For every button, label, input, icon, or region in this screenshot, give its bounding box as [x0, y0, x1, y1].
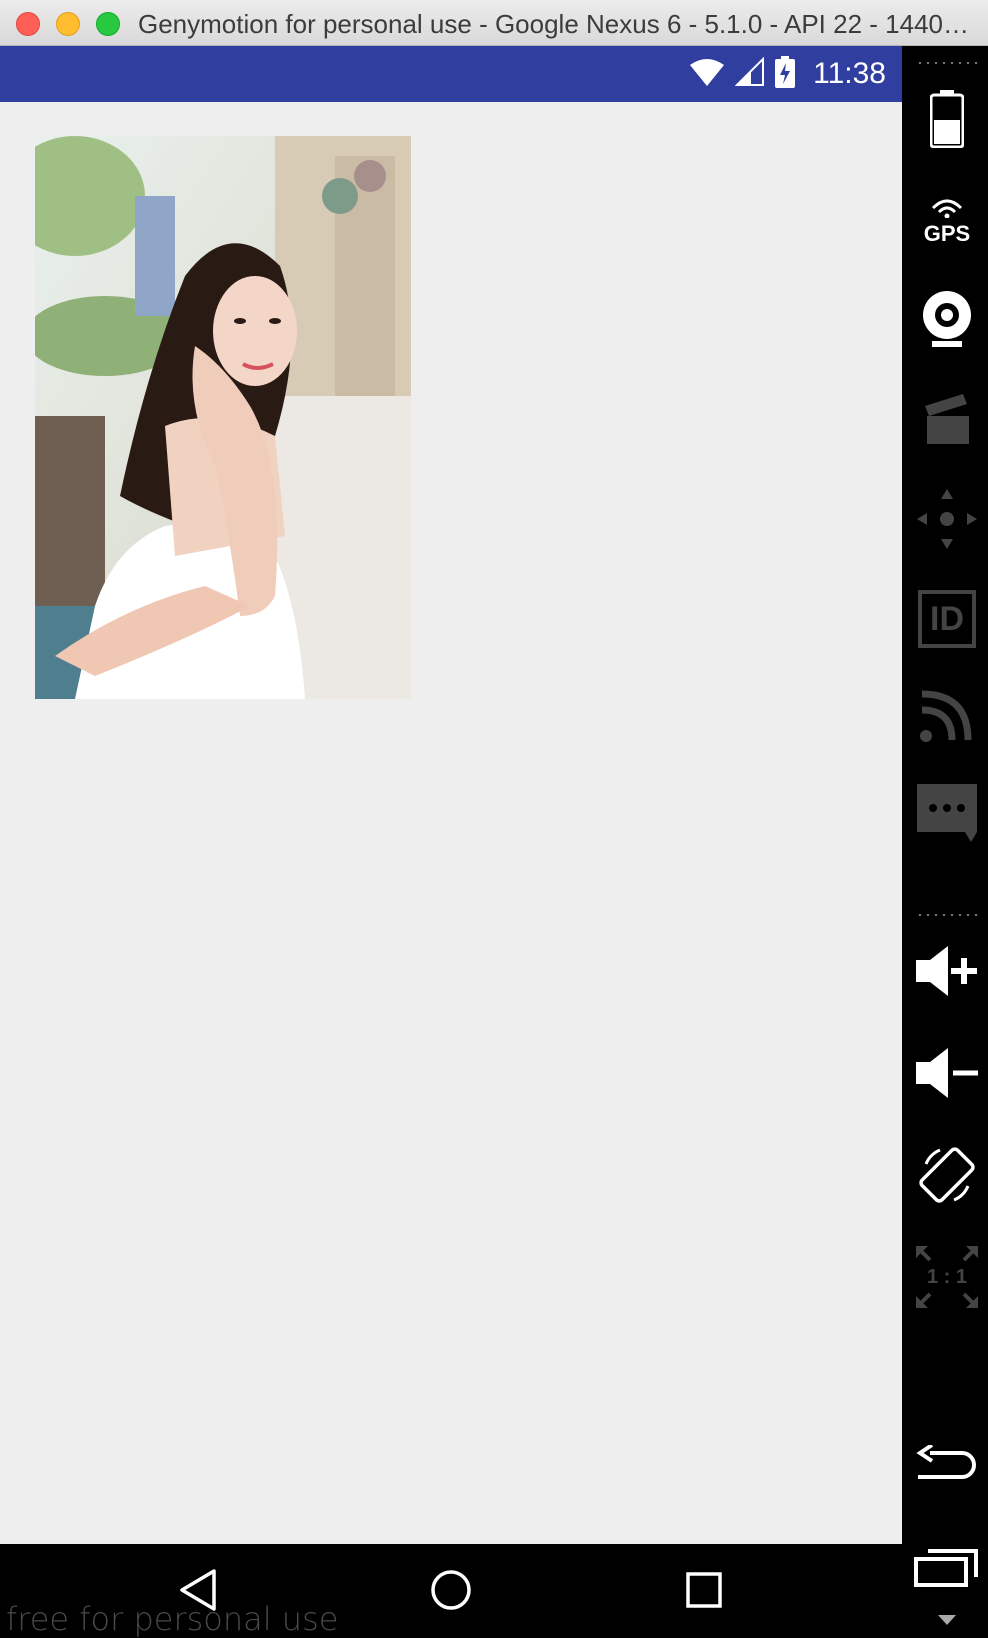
pixel-perfect-tool-button[interactable]: 1 : 1: [912, 1242, 982, 1312]
status-bar: 11:38: [0, 46, 902, 102]
device-screen: 11:38: [0, 46, 902, 1544]
window-title: Genymotion for personal use - Google Nex…: [138, 9, 978, 39]
chat-bubble-icon: [915, 782, 979, 849]
toolbar-divider: [916, 914, 978, 916]
nav-recents-button[interactable]: [676, 1564, 732, 1620]
window-titlebar: Genymotion for personal use - Google Nex…: [0, 0, 988, 46]
volume-up-icon: [914, 944, 980, 1003]
sms-tool-button[interactable]: [912, 780, 982, 850]
back-tool-button[interactable]: [912, 1432, 982, 1502]
rotate-device-icon: [916, 1144, 978, 1211]
expand-arrows-icon: 1 : 1: [914, 1244, 980, 1310]
network-signal-icon: [918, 686, 976, 749]
screencast-tool-button[interactable]: [912, 386, 982, 456]
window-maximize-button[interactable]: [96, 12, 120, 36]
wifi-icon: [689, 57, 725, 92]
more-tools-button[interactable]: [912, 1606, 982, 1636]
photo-image: [35, 136, 411, 699]
window-minimize-button[interactable]: [56, 12, 80, 36]
webcam-icon: [920, 289, 974, 354]
remote-control-tool-button[interactable]: [912, 486, 982, 556]
battery-icon: [929, 89, 965, 153]
battery-tool-button[interactable]: [912, 86, 982, 156]
home-circle-icon: [429, 1568, 473, 1617]
status-time: 11:38: [813, 57, 886, 90]
dpad-arrows-icon: [915, 487, 979, 556]
volume-down-icon: [914, 1046, 980, 1105]
chevron-down-icon: [938, 1612, 956, 1630]
network-tool-button[interactable]: [912, 682, 982, 752]
back-arrow-icon: [914, 1442, 980, 1490]
watermark-text: free for personal use: [6, 1600, 339, 1638]
gps-label: GPS: [923, 220, 971, 246]
nav-home-button[interactable]: [423, 1564, 479, 1620]
gps-tool-button[interactable]: GPS: [912, 186, 982, 256]
window-close-button[interactable]: [16, 12, 40, 36]
recent-apps-icon: [914, 1543, 980, 1592]
webcam-tool-button[interactable]: [912, 286, 982, 356]
genymotion-toolbar: GPS ID 1: 1: [902, 46, 988, 1638]
toolbar-divider: [916, 62, 978, 64]
battery-charging-icon: [775, 55, 796, 93]
identifiers-tool-button[interactable]: ID: [912, 584, 982, 654]
recent-apps-tool-button[interactable]: [912, 1532, 982, 1602]
volume-up-tool-button[interactable]: [912, 938, 982, 1008]
rotate-tool-button[interactable]: [912, 1142, 982, 1212]
gps-icon: [930, 198, 964, 223]
clapperboard-icon: [923, 392, 971, 451]
volume-down-tool-button[interactable]: [912, 1040, 982, 1110]
recents-square-icon: [684, 1570, 724, 1615]
pixel-ratio-label: 1 : 1: [926, 1266, 968, 1288]
cell-signal-icon: [734, 56, 765, 92]
id-card-icon: ID: [918, 590, 976, 648]
